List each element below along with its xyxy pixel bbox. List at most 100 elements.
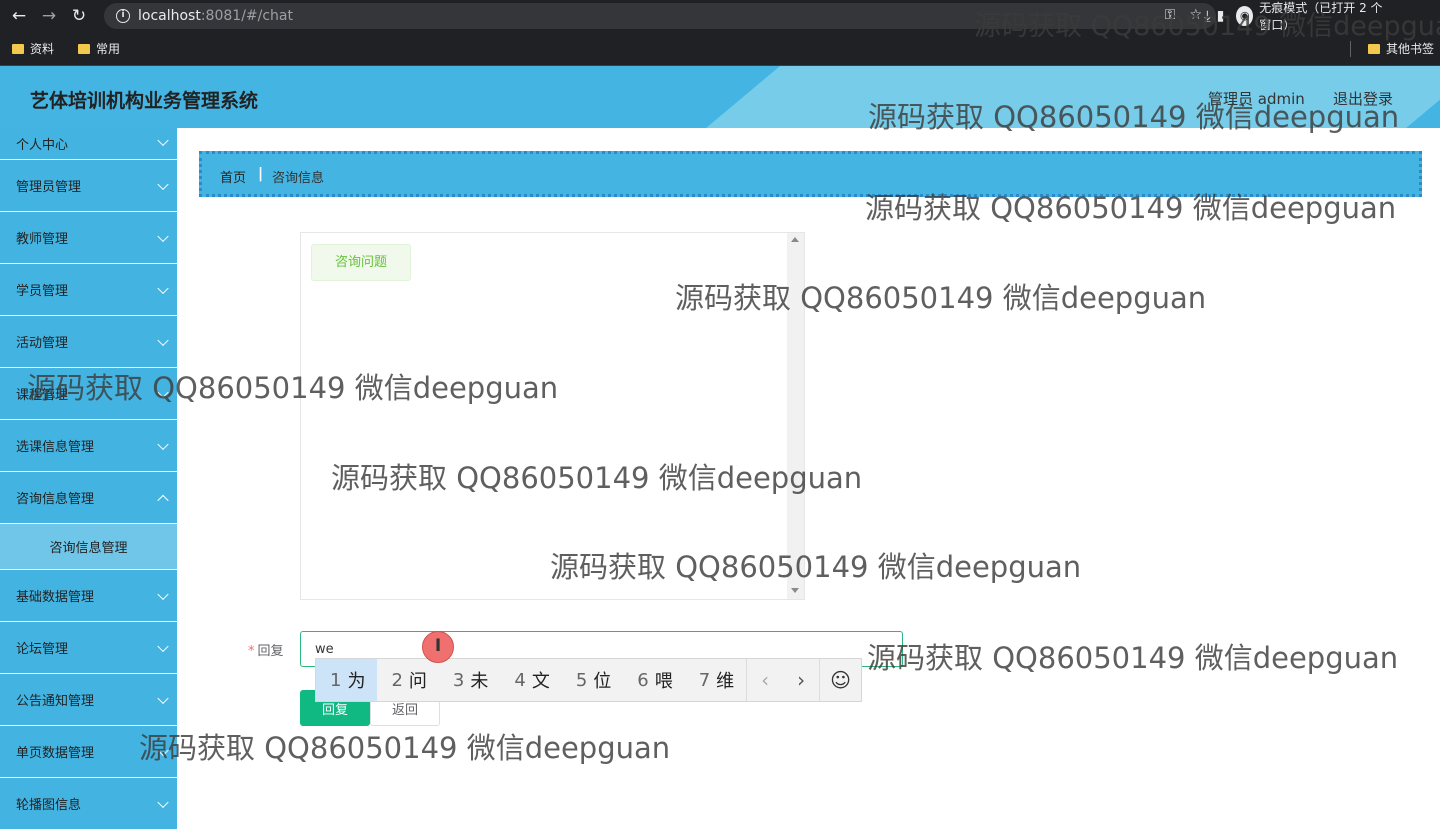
ime-candidate[interactable]: 4文 xyxy=(500,659,561,701)
breadcrumb-separator: | xyxy=(258,166,264,182)
current-user: 管理员 admin xyxy=(1208,90,1305,108)
site-info-icon[interactable]: i xyxy=(116,9,130,23)
candidate-number: 7 xyxy=(698,669,711,691)
sidebar-item-consultation[interactable]: 咨询信息管理 xyxy=(0,472,177,524)
candidate-char: 问 xyxy=(408,671,427,692)
other-bookmarks[interactable]: 其他书签 xyxy=(1367,40,1434,57)
candidate-char: 喂 xyxy=(654,671,673,692)
sidebar-item-label: 咨询信息管理 xyxy=(16,492,95,507)
scroll-up-arrow-icon[interactable] xyxy=(791,237,799,242)
folder-icon xyxy=(12,43,24,54)
breadcrumb: 首页 | 咨询信息 xyxy=(199,151,1422,197)
chat-scrollbar[interactable] xyxy=(787,233,804,599)
sidebar-item-admin[interactable]: 管理员管理 xyxy=(0,160,177,212)
chevron-up-icon xyxy=(157,494,169,506)
sidebar-item-label: 管理员管理 xyxy=(16,180,82,195)
bookmarks-bar: 资料 常用 其他书签 xyxy=(0,32,1440,66)
header-decoration xyxy=(706,66,1440,128)
sidebar-item-forum[interactable]: 论坛管理 xyxy=(0,622,177,674)
chevron-down-icon xyxy=(157,588,169,600)
sidebar-item-label: 基础数据管理 xyxy=(16,590,95,605)
chevron-down-icon xyxy=(157,744,169,756)
app-title: 艺体培训机构业务管理系统 xyxy=(30,90,259,112)
breadcrumb-home[interactable]: 首页 xyxy=(220,167,246,186)
sidebar-item-label: 单页数据管理 xyxy=(16,746,95,761)
folder-icon xyxy=(78,43,91,54)
ime-candidate[interactable]: 6喂 xyxy=(623,659,684,701)
sidebar-menu: 个人中心 管理员管理 教师管理 学员管理 活动管理 课程管理 选课信息管理 咨询… xyxy=(0,128,177,832)
chevron-down-icon xyxy=(157,386,169,398)
chevron-down-icon xyxy=(157,334,169,346)
bookmark-folder-1[interactable]: 资料 xyxy=(12,40,54,57)
chat-history[interactable]: 咨询问题 xyxy=(300,232,805,600)
chevron-down-icon xyxy=(157,640,169,652)
text-cursor-icon: I xyxy=(434,636,442,656)
app-header: 艺体培训机构业务管理系统 管理员 admin 退出登录 xyxy=(0,66,1440,128)
sidebar-item-personal-center[interactable]: 个人中心 xyxy=(0,128,177,160)
folder-icon xyxy=(1367,43,1380,54)
url-path: :8081/#/chat xyxy=(200,8,293,24)
sidepanel-icon[interactable]: ▮ xyxy=(1217,8,1225,24)
sidebar-item-carousel[interactable]: 轮播图信息 xyxy=(0,778,177,830)
candidate-number: 5 xyxy=(575,669,588,691)
key-icon[interactable]: ⚿ xyxy=(1165,7,1176,23)
emoji-icon[interactable]: ☺ xyxy=(819,659,861,701)
url-host: localhost xyxy=(138,8,201,24)
breadcrumb-current: 咨询信息 xyxy=(272,171,325,186)
sidebar-item-label: 选课信息管理 xyxy=(16,440,95,455)
watermark: 源码获取 QQ86050149 微信deepguan xyxy=(139,731,671,765)
sidebar-item-student[interactable]: 学员管理 xyxy=(0,264,177,316)
candidate-number: 3 xyxy=(452,669,465,691)
ime-candidate[interactable]: 2问 xyxy=(377,659,438,701)
sidebar-subitem-consultation[interactable]: 咨询信息管理 xyxy=(0,524,177,570)
reload-icon[interactable]: ↻ xyxy=(68,5,90,27)
reply-label-text: 回复 xyxy=(257,644,284,659)
ime-candidate[interactable]: 7维 xyxy=(685,659,746,701)
download-icon[interactable]: ⤓ xyxy=(1204,7,1211,25)
candidate-char: 为 xyxy=(347,671,366,692)
forward-arrow-icon[interactable]: → xyxy=(38,5,60,27)
ime-candidate[interactable]: 1为 xyxy=(316,659,378,701)
sidebar-item-enrollment[interactable]: 选课信息管理 xyxy=(0,420,177,472)
sidebar-item-activity[interactable]: 活动管理 xyxy=(0,316,177,368)
ime-next-page-icon[interactable]: › xyxy=(783,668,819,692)
sidebar-item-label: 学员管理 xyxy=(16,284,69,299)
chat-message-bubble: 咨询问题 xyxy=(311,244,411,281)
ime-prev-page-icon[interactable]: ‹ xyxy=(747,668,783,692)
star-icon[interactable]: ☆ xyxy=(1189,7,1202,23)
candidate-char: 维 xyxy=(716,671,735,692)
bookmark-label: 常用 xyxy=(96,42,121,56)
ime-candidate-bar: 1为 2问 3未 4文 5位 6喂 7维 ‹ › ☺ xyxy=(315,658,862,702)
candidate-char: 未 xyxy=(470,671,489,692)
incognito-indicator[interactable]: ⤓ ▮ ◉ 无痕模式（已打开 2 个窗口） xyxy=(1204,1,1394,32)
candidate-number: 6 xyxy=(637,669,649,691)
sidebar-item-label: 论坛管理 xyxy=(16,642,69,657)
bookmark-folder-2[interactable]: 常用 xyxy=(78,40,120,57)
chevron-down-icon xyxy=(157,134,169,147)
sidebar-item-label: 教师管理 xyxy=(16,232,69,247)
chevron-down-icon xyxy=(157,282,169,294)
sidebar-item-label: 公告通知管理 xyxy=(16,694,95,709)
sidebar-item-label: 课程管理 xyxy=(16,388,69,403)
scroll-down-arrow-icon[interactable] xyxy=(791,588,799,593)
watermark: 源码获取 QQ86050149 微信deepguan xyxy=(867,641,1399,675)
sidebar-item-label: 个人中心 xyxy=(16,138,69,153)
chevron-down-icon xyxy=(157,796,169,808)
chevron-down-icon xyxy=(157,438,169,450)
bookmark-divider xyxy=(1350,41,1351,57)
candidate-number: 2 xyxy=(391,669,403,691)
sidebar-item-course[interactable]: 课程管理 xyxy=(0,368,177,420)
sidebar-item-teacher[interactable]: 教师管理 xyxy=(0,212,177,264)
sidebar-item-notice[interactable]: 公告通知管理 xyxy=(0,674,177,726)
sidebar-item-label: 活动管理 xyxy=(16,336,69,351)
sidebar-item-single-page[interactable]: 单页数据管理 xyxy=(0,726,177,778)
ime-candidate[interactable]: 3未 xyxy=(439,659,500,701)
chevron-down-icon xyxy=(157,178,169,190)
back-arrow-icon[interactable]: ← xyxy=(8,5,30,27)
ime-candidate[interactable]: 5位 xyxy=(562,659,623,701)
address-bar[interactable]: i localhost:8081/#/chat ⚿ ☆ xyxy=(104,3,1216,29)
sidebar-item-basic-data[interactable]: 基础数据管理 xyxy=(0,570,177,622)
logout-link[interactable]: 退出登录 xyxy=(1333,88,1393,109)
candidate-char: 位 xyxy=(593,671,612,692)
ime-page-controls: ‹ › xyxy=(746,659,819,701)
